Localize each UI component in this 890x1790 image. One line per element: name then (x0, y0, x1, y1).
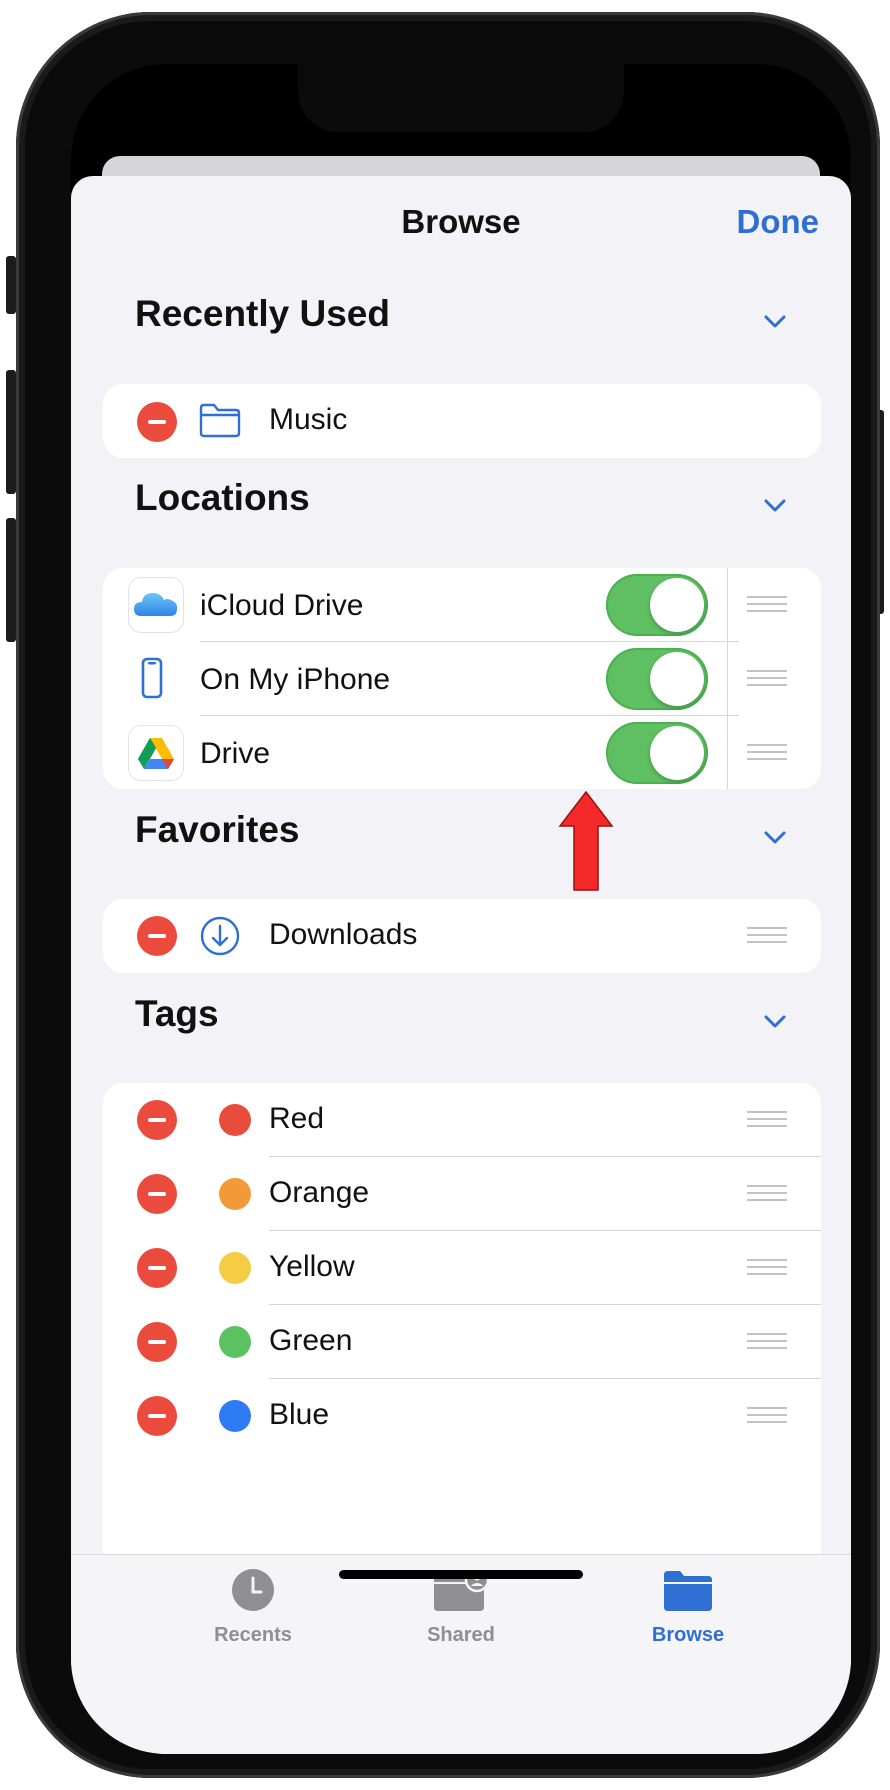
volume-up-button (6, 370, 16, 494)
section-title: Locations (135, 477, 310, 518)
reorder-handle-icon[interactable] (747, 1407, 787, 1425)
nav-title: Browse (401, 203, 521, 240)
item-label: Downloads (269, 918, 418, 951)
tab-recents[interactable]: Recents (153, 1567, 353, 1647)
list-item[interactable]: Downloads (103, 899, 821, 973)
tab-label: Shared (427, 1624, 495, 1646)
section-title: Recently Used (135, 293, 390, 334)
browse-sheet: Browse Done Recently Used Music Location… (71, 176, 851, 1754)
tag-row-blue[interactable]: Blue (103, 1379, 821, 1453)
item-label: Music (269, 403, 348, 436)
reorder-handle-icon[interactable] (747, 596, 787, 614)
tag-color-dot (219, 1326, 251, 1358)
tab-browse[interactable]: Browse (588, 1567, 788, 1647)
chevron-down-icon[interactable] (761, 307, 789, 335)
reorder-handle-icon[interactable] (747, 1259, 787, 1277)
remove-button[interactable] (137, 916, 177, 956)
location-row-drive[interactable]: Drive (103, 716, 821, 789)
list-item[interactable]: Music (103, 384, 821, 458)
volume-down-button (6, 518, 16, 642)
section-title: Favorites (135, 809, 300, 850)
notch (298, 64, 624, 132)
section-header-tags[interactable]: Tags (135, 993, 819, 1043)
tab-label: Recents (214, 1624, 292, 1646)
item-label: Yellow (269, 1250, 355, 1283)
location-row-on-my-iphone[interactable]: On My iPhone (103, 642, 821, 716)
folder-icon (664, 1571, 712, 1611)
recently-used-list: Music (103, 384, 821, 458)
item-label: Blue (269, 1398, 330, 1431)
item-label: Red (269, 1102, 325, 1135)
tag-row-orange[interactable]: Orange (103, 1157, 821, 1231)
reorder-handle-icon[interactable] (747, 1185, 787, 1203)
reorder-handle-icon[interactable] (747, 670, 787, 688)
reorder-handle-icon[interactable] (747, 1333, 787, 1351)
folder-icon (199, 403, 241, 438)
remove-button[interactable] (137, 1396, 177, 1436)
locations-list: iCloud Drive On My iPhone Drive (103, 568, 821, 789)
section-title: Tags (135, 993, 219, 1034)
item-label: iCloud Drive (200, 589, 364, 622)
download-icon (200, 916, 240, 956)
remove-button[interactable] (137, 1100, 177, 1140)
remove-button[interactable] (137, 1322, 177, 1362)
item-label: On My iPhone (200, 663, 391, 696)
tag-color-dot (219, 1104, 251, 1136)
tag-color-dot (219, 1178, 251, 1210)
chevron-down-icon[interactable] (761, 823, 789, 851)
reorder-handle-icon[interactable] (747, 1111, 787, 1129)
section-header-favorites[interactable]: Favorites (135, 809, 819, 859)
reorder-handle-icon[interactable] (747, 744, 787, 762)
remove-button[interactable] (137, 1174, 177, 1214)
favorites-list: Downloads (103, 899, 821, 973)
item-label: Green (269, 1324, 353, 1357)
icloud-icon (129, 578, 183, 632)
tag-color-dot (219, 1252, 251, 1284)
remove-button[interactable] (137, 402, 177, 442)
section-header-locations[interactable]: Locations (135, 477, 819, 527)
iphone-icon (141, 657, 163, 699)
clock-icon (232, 1569, 274, 1611)
section-header-recently-used[interactable]: Recently Used (135, 293, 819, 343)
item-label: Orange (269, 1176, 370, 1209)
tag-row-red[interactable]: Red (103, 1083, 821, 1157)
tag-row-green[interactable]: Green (103, 1305, 821, 1379)
toggle-switch[interactable] (606, 648, 708, 710)
tag-row-yellow[interactable]: Yellow (103, 1231, 821, 1305)
location-row-icloud-drive[interactable]: iCloud Drive (103, 568, 821, 642)
google-drive-icon (129, 726, 183, 780)
tab-label: Browse (651, 1624, 725, 1646)
chevron-down-icon[interactable] (761, 491, 789, 519)
remove-button[interactable] (137, 1248, 177, 1288)
toggle-switch[interactable] (606, 722, 708, 784)
reorder-handle-icon[interactable] (747, 927, 787, 945)
tab-bar: Recents Shared Browse (71, 1554, 851, 1754)
tag-color-dot (219, 1400, 251, 1432)
action-button (6, 256, 16, 314)
toggle-switch[interactable] (606, 574, 708, 636)
done-button[interactable]: Done (737, 203, 820, 241)
chevron-down-icon[interactable] (761, 1007, 789, 1035)
tags-list: Red Orange Yellow Green Blue (103, 1083, 821, 1563)
home-indicator (339, 1570, 583, 1579)
tab-shared[interactable]: Shared (361, 1567, 561, 1647)
screen: Browse Done Recently Used Music Location… (71, 64, 851, 1754)
item-label: Drive (200, 737, 271, 770)
phone-frame: Browse Done Recently Used Music Location… (16, 12, 880, 1778)
